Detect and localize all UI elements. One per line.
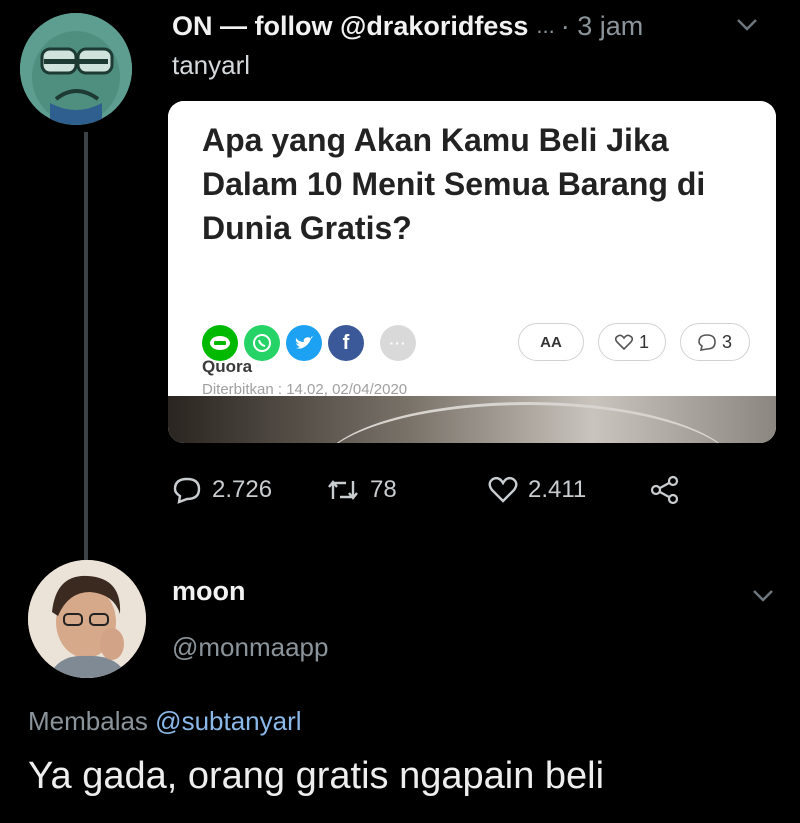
share-button[interactable] [650,472,680,508]
share-icon [650,475,679,505]
card-like-button[interactable]: 1 [598,323,666,361]
whatsapp-icon[interactable] [244,325,280,361]
handle[interactable]: @monmaapp [172,632,328,663]
retweet-icon [328,480,358,500]
display-name[interactable]: moon [172,576,246,607]
reply-count: 2.726 [212,476,273,503]
retweet-count: 78 [370,476,397,503]
heart-icon [488,476,518,503]
reply-icon [173,477,201,504]
more-icon[interactable]: ··· [380,325,416,361]
card-like-count: 1 [638,331,649,352]
handle[interactable]: tanyarl [172,50,250,81]
display-name[interactable]: ON — follow @drakoridfess [172,11,528,42]
card-title: Apa yang Akan Kamu Beli Jika Dalam 10 Me… [202,122,706,246]
like-button[interactable]: 2.411 [488,472,586,508]
font-size-button[interactable]: AA [518,323,584,361]
card-comment-count: 3 [721,331,732,352]
line-icon[interactable] [202,325,238,361]
replying-to: Membalas @subtanyarl [28,706,302,737]
retweet-button[interactable]: 78 [326,472,397,508]
reply-button[interactable]: 2.726 [172,472,272,508]
heart-icon [614,334,633,350]
thread-line [84,132,88,572]
card-comment-button[interactable]: 3 [680,323,750,361]
replying-label: Membalas [28,706,148,736]
card-body: Apa yang Akan Kamu Beli Jika Dalam 10 Me… [168,101,776,398]
article-card[interactable]: Apa yang Akan Kamu Beli Jika Dalam 10 Me… [168,101,776,443]
tweet-text: Ya gada, orang gratis ngapain beli [28,755,605,797]
mention-link[interactable]: @subtanyarl [155,706,301,736]
comment-icon [698,333,716,351]
chevron-down-icon[interactable] [752,583,774,609]
avatar[interactable] [20,13,132,125]
font-size-label: AA [540,333,562,351]
chevron-down-icon[interactable] [736,12,758,38]
like-count: 2.411 [528,476,587,503]
tweet-header: ON — follow @drakoridfess ... · 3 jam [172,6,772,46]
facebook-icon[interactable]: f [328,325,364,361]
twitter-icon[interactable] [286,325,322,361]
avatar[interactable] [28,560,146,678]
card-image [168,396,776,443]
card-source: Quora [202,357,253,376]
timestamp[interactable]: · 3 jam [561,11,644,42]
share-buttons: f ··· [202,325,416,361]
tweet-actions: 2.726 78 2.411 [172,472,692,508]
name-ellipsis: ... [536,13,555,38]
